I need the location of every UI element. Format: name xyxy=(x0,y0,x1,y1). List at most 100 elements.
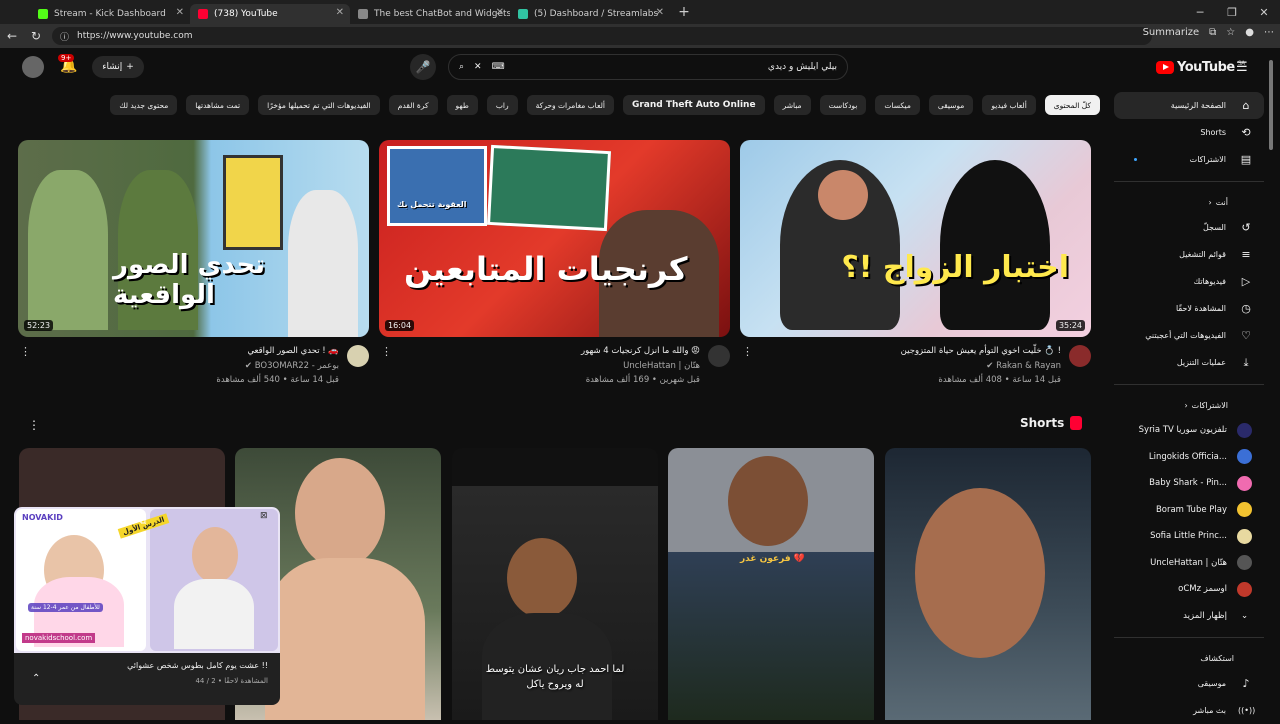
sidebar-show-more[interactable]: إظهار المزيد ⌄ xyxy=(1114,603,1264,630)
channel-avatar[interactable] xyxy=(708,345,730,367)
sidebar-item-subscriptions[interactable]: الاشتراكات ▤ xyxy=(1114,146,1264,173)
chip[interactable]: ميكسات xyxy=(875,95,920,115)
channel-name-row[interactable]: ✔ BO3OMAR22 - بوعمر xyxy=(245,361,339,371)
video-age: قبل 14 ساعة xyxy=(1012,375,1061,385)
sidebar-item-label: عمليات التنزيل xyxy=(1176,358,1226,367)
miniplayer[interactable]: NOVAKID للأطفال من عمر 4-12 سنة الدرس ال… xyxy=(14,507,280,705)
channel-avatar[interactable] xyxy=(347,345,369,367)
sidebar-item-your-videos[interactable]: فيديوهاتك ▷ xyxy=(1114,268,1264,295)
more-actions-icon[interactable]: ⋮ xyxy=(381,345,392,358)
new-tab-button[interactable]: + xyxy=(674,4,694,20)
chip[interactable]: موسيقى xyxy=(928,95,974,115)
miniplayer-title[interactable]: عشت يوم كامل بطوس شخص عشوائي !! xyxy=(127,661,268,670)
search-box[interactable]: ⌕ ✕ ⌨ بيلي ايليش و ديدي xyxy=(448,54,848,80)
channel-name-row[interactable]: ✔ Rakan & Rayan xyxy=(986,361,1061,371)
menu-dots-icon[interactable]: ⋯ xyxy=(1264,27,1274,38)
chip[interactable]: راب xyxy=(486,95,518,115)
sidebar-subscription[interactable]: UncleHattan | هتّان xyxy=(1114,550,1264,577)
clear-search-icon[interactable]: ✕ xyxy=(474,62,482,72)
chip[interactable]: كرة القدم xyxy=(388,95,438,115)
channel-avatar[interactable] xyxy=(1069,345,1091,367)
sidebar-subscription[interactable]: Boram Tube Play xyxy=(1114,497,1264,524)
favorites-icon[interactable]: ☆ xyxy=(1226,27,1235,38)
sidebar-item-music[interactable]: موسيقى ♪ xyxy=(1114,670,1264,697)
browser-tab-youtube[interactable]: (738) YouTube ✕ xyxy=(190,4,350,24)
more-actions-icon[interactable]: ⋮ xyxy=(742,345,753,358)
shelf-more-icon[interactable]: ⋮ xyxy=(28,418,40,432)
chip[interactable]: ألعاب فيديو xyxy=(982,95,1036,115)
chip[interactable]: محتوى جديد لك xyxy=(110,95,178,115)
back-icon[interactable]: ← xyxy=(0,29,24,43)
chip[interactable]: تمت مشاهدتها xyxy=(186,95,250,115)
summarize-button[interactable]: Summarize xyxy=(1143,27,1200,38)
shorts-title: Shorts xyxy=(1020,416,1065,430)
sidebar-item-label: المشاهدة لاحقًا xyxy=(1175,304,1226,313)
video-title[interactable]: تحدي الصور الواقعي ! 🚗 xyxy=(247,346,339,356)
close-tab-icon[interactable]: ✕ xyxy=(656,7,664,18)
keyboard-icon[interactable]: ⌨ xyxy=(492,62,505,72)
short-card[interactable]: لما احمد جاب ريان عشان يتوسط له ويروح يا… xyxy=(452,448,658,720)
tab-title: The best ChatBot and Widgets fo xyxy=(374,9,510,19)
browser-tab-kick[interactable]: Stream - Kick Dashboard ✕ xyxy=(30,4,190,24)
voice-search-icon[interactable]: 🎤 xyxy=(410,54,436,80)
chip[interactable]: بودكاست xyxy=(819,95,867,115)
sidebar-subscription[interactable]: Baby Shark - Pin... xyxy=(1114,470,1264,497)
chevron-up-icon[interactable]: ⌃ xyxy=(32,673,40,684)
youtube-logo[interactable]: YouTube SA xyxy=(1156,60,1245,75)
channel-name[interactable]: UncleHattan | هتّان xyxy=(623,361,700,371)
chip[interactable]: Grand Theft Auto Online xyxy=(622,95,765,115)
short-card[interactable] xyxy=(885,448,1091,720)
site-info-icon[interactable]: ⓘ xyxy=(60,30,69,43)
close-window-icon[interactable]: ✕ xyxy=(1248,0,1280,24)
search-input[interactable]: بيلي ايليش و ديدي xyxy=(768,62,837,72)
close-miniplayer-icon[interactable]: ⊠ xyxy=(260,511,268,521)
video-card[interactable]: تحدي الصور الواقعية 52:23 تحدي الصور الو… xyxy=(18,140,369,395)
video-thumbnail[interactable]: تحدي الصور الواقعية 52:23 xyxy=(18,140,369,337)
url-field[interactable]: ⓘ https://www.youtube.com xyxy=(52,27,1152,45)
search-icon[interactable]: ⌕ xyxy=(459,62,464,72)
profile-icon[interactable]: ● xyxy=(1245,27,1254,38)
maximize-icon[interactable]: ❐ xyxy=(1216,0,1248,24)
sidebar-subscription[interactable]: oCMz اوسمز xyxy=(1114,576,1264,603)
video-card[interactable]: العقوبة تتحمل بك كرنجيات المتابعين 16:04… xyxy=(379,140,730,395)
account-avatar[interactable] xyxy=(22,56,44,78)
ad-site[interactable]: novakidschool.com xyxy=(22,633,96,643)
close-tab-icon[interactable]: ✕ xyxy=(496,7,504,18)
create-button[interactable]: إنشاء + xyxy=(92,56,144,78)
sidebar-item-history[interactable]: السجلّ ↺ xyxy=(1114,214,1264,241)
short-card[interactable]: فرعون غدر 💔 xyxy=(668,448,874,720)
video-title[interactable]: والله ما انزل كرنجيات 4 شهور 😡 xyxy=(581,346,700,356)
close-tab-icon[interactable]: ✕ xyxy=(176,7,184,18)
guide-menu-icon[interactable]: ☰ xyxy=(1236,60,1248,75)
video-card[interactable]: اختبار الزواج !؟ 35:24 خلّيت اخوي التوأم… xyxy=(740,140,1091,395)
more-actions-icon[interactable]: ⋮ xyxy=(20,345,31,358)
sidebar-subscription[interactable]: Syria TV تلفزيون سوريا xyxy=(1114,417,1264,444)
chip[interactable]: طهو xyxy=(446,95,478,115)
browser-tab-streamlabs[interactable]: (5) Dashboard / Streamlabs ✕ xyxy=(510,4,670,24)
chip[interactable]: ألعاب مغامرات وحركة xyxy=(526,95,614,115)
chip[interactable]: مباشر xyxy=(773,95,811,115)
reload-icon[interactable]: ↻ xyxy=(24,29,48,43)
video-title[interactable]: خلّيت اخوي التوأم يعيش حياة المتزوجين 💍 … xyxy=(901,346,1061,356)
extensions-icon[interactable]: ⧉ xyxy=(1209,27,1216,38)
sidebar-item-playlists[interactable]: قوائم التشغيل ≡ xyxy=(1114,241,1264,268)
sidebar-item-downloads[interactable]: عمليات التنزيل ⤓ xyxy=(1114,349,1264,376)
sidebar-item-shorts[interactable]: Shorts ⟲ xyxy=(1114,119,1264,146)
browser-tab-chatbot[interactable]: The best ChatBot and Widgets fo ✕ xyxy=(350,4,510,24)
video-thumbnail[interactable]: العقوبة تتحمل بك كرنجيات المتابعين 16:04 xyxy=(379,140,730,337)
sidebar-subscription[interactable]: Lingokids Officia... xyxy=(1114,444,1264,471)
sidebar-item-watch-later[interactable]: المشاهدة لاحقًا ◷ xyxy=(1114,295,1264,322)
minimize-icon[interactable]: ─ xyxy=(1184,0,1216,24)
sidebar-you-header[interactable]: › أنت xyxy=(1114,190,1264,214)
chip-all[interactable]: كلّ المحتوى xyxy=(1044,95,1100,115)
sidebar-subscriptions-header[interactable]: › الاشتراكات xyxy=(1114,393,1264,417)
close-tab-icon[interactable]: ✕ xyxy=(336,7,344,18)
miniplayer-video[interactable]: NOVAKID للأطفال من عمر 4-12 سنة الدرس ال… xyxy=(14,507,280,653)
sidebar-item-home[interactable]: الصفحة الرئيسية ⌂ xyxy=(1114,92,1264,119)
sidebar-subscription[interactable]: Sofia Little Princ... xyxy=(1114,523,1264,550)
chip[interactable]: الفيديوهات التي تم تحميلها مؤخرًا xyxy=(258,95,380,115)
video-thumbnail[interactable]: اختبار الزواج !؟ 35:24 xyxy=(740,140,1091,337)
page-scrollbar[interactable] xyxy=(1269,60,1273,150)
sidebar-item-liked[interactable]: الفيديوهات التي أعجبتني ♡ xyxy=(1114,322,1264,349)
expand-icon[interactable]: ⧉ xyxy=(140,517,146,527)
